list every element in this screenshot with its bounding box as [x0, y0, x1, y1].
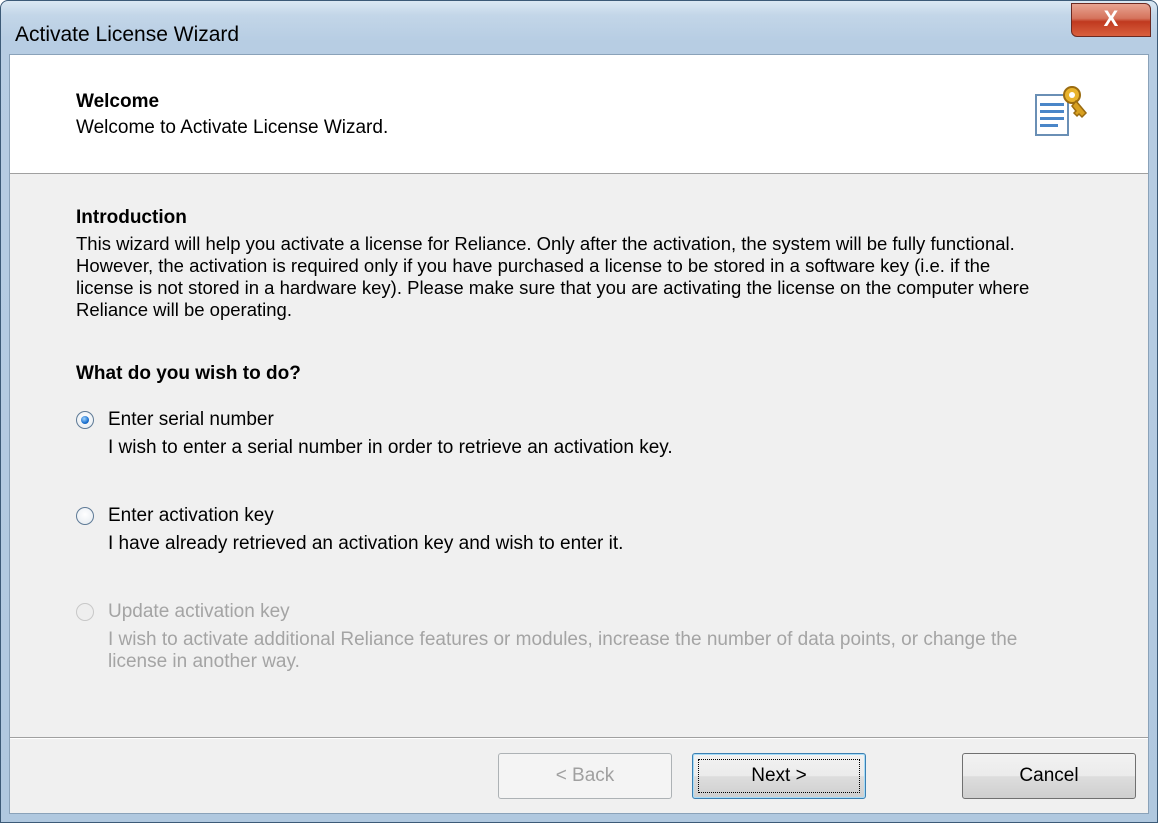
radio-button[interactable]: [76, 507, 94, 525]
window-title: Activate License Wizard: [15, 23, 240, 46]
question-heading: What do you wish to do?: [76, 363, 301, 384]
page-subtitle: Welcome to Activate License Wizard.: [76, 117, 389, 138]
option-label[interactable]: Enter serial number: [108, 409, 274, 431]
wizard-client-area: Welcome Welcome to Activate License Wiza…: [9, 54, 1149, 814]
option-label[interactable]: Enter activation key: [108, 505, 274, 527]
option-description: I wish to enter a serial number in order…: [108, 437, 673, 458]
back-button: < Back: [498, 753, 672, 799]
option-description: I wish to activate additional Reliance f…: [108, 629, 1018, 672]
wizard-window: Activate License Wizard X Welcome Welcom…: [0, 0, 1158, 823]
radio-button-checked[interactable]: [76, 411, 94, 429]
close-icon: X: [1103, 6, 1119, 31]
introduction-text: This wizard will help you activate a lic…: [76, 233, 1030, 320]
option-label: Update activation key: [108, 601, 290, 622]
license-key-document-icon: [1035, 86, 1088, 136]
next-button[interactable]: Next >: [692, 753, 866, 799]
cancel-button[interactable]: Cancel: [962, 753, 1136, 799]
focus-rectangle: [698, 759, 860, 793]
page-title: Welcome: [76, 91, 160, 112]
option-description: I have already retrieved an activation k…: [108, 533, 624, 554]
introduction-heading: Introduction: [76, 207, 187, 228]
wizard-header: Welcome Welcome to Activate License Wiza…: [10, 55, 1148, 174]
radio-button-disabled: [76, 603, 94, 621]
footer-divider: [10, 737, 1148, 739]
close-button[interactable]: X: [1071, 3, 1151, 37]
